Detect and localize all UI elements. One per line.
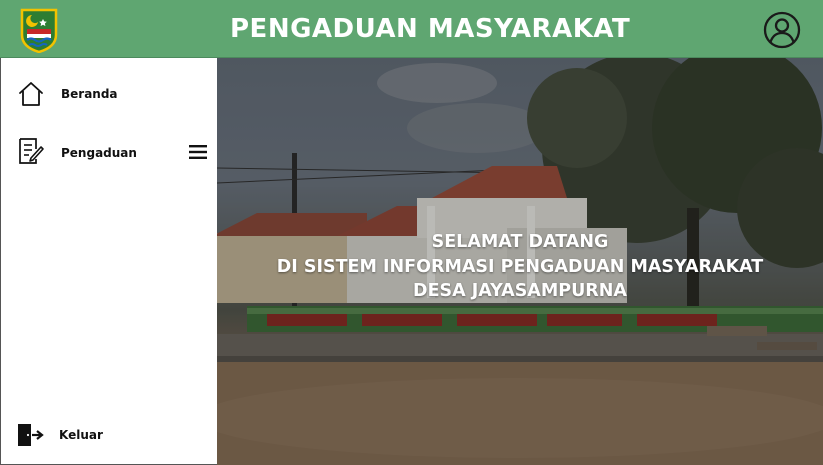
hero-banner: SELAMAT DATANG DI SISTEM INFORMASI PENGA… — [217, 58, 823, 465]
home-icon — [19, 82, 43, 106]
sidebar: Beranda Pengaduan Keluar — [0, 58, 217, 465]
hamburger-menu-icon[interactable] — [188, 144, 208, 160]
logout-door-icon — [18, 424, 44, 446]
complaint-document-icon — [19, 138, 44, 164]
user-circle-icon[interactable] — [763, 11, 801, 49]
sidebar-item-beranda[interactable]: Beranda — [1, 74, 217, 114]
welcome-line-2: DI SISTEM INFORMASI PENGADUAN MASYARAKAT — [276, 256, 764, 277]
page-title: PENGADUAN MASYARAKAT — [230, 14, 631, 44]
sidebar-item-label: Beranda — [61, 87, 118, 101]
logout-button[interactable]: Keluar — [1, 415, 217, 455]
logout-label: Keluar — [59, 428, 103, 442]
regency-emblem-icon — [20, 8, 58, 53]
sidebar-item-pengaduan[interactable]: Pengaduan — [1, 132, 217, 172]
welcome-message: SELAMAT DATANG DI SISTEM INFORMASI PENGA… — [217, 230, 823, 304]
welcome-line-1: SELAMAT DATANG — [431, 232, 609, 252]
app-header: PENGADUAN MASYARAKAT — [0, 0, 823, 58]
sidebar-item-label: Pengaduan — [61, 146, 137, 160]
welcome-line-3: DESA JAYASAMPURNA — [413, 281, 627, 301]
